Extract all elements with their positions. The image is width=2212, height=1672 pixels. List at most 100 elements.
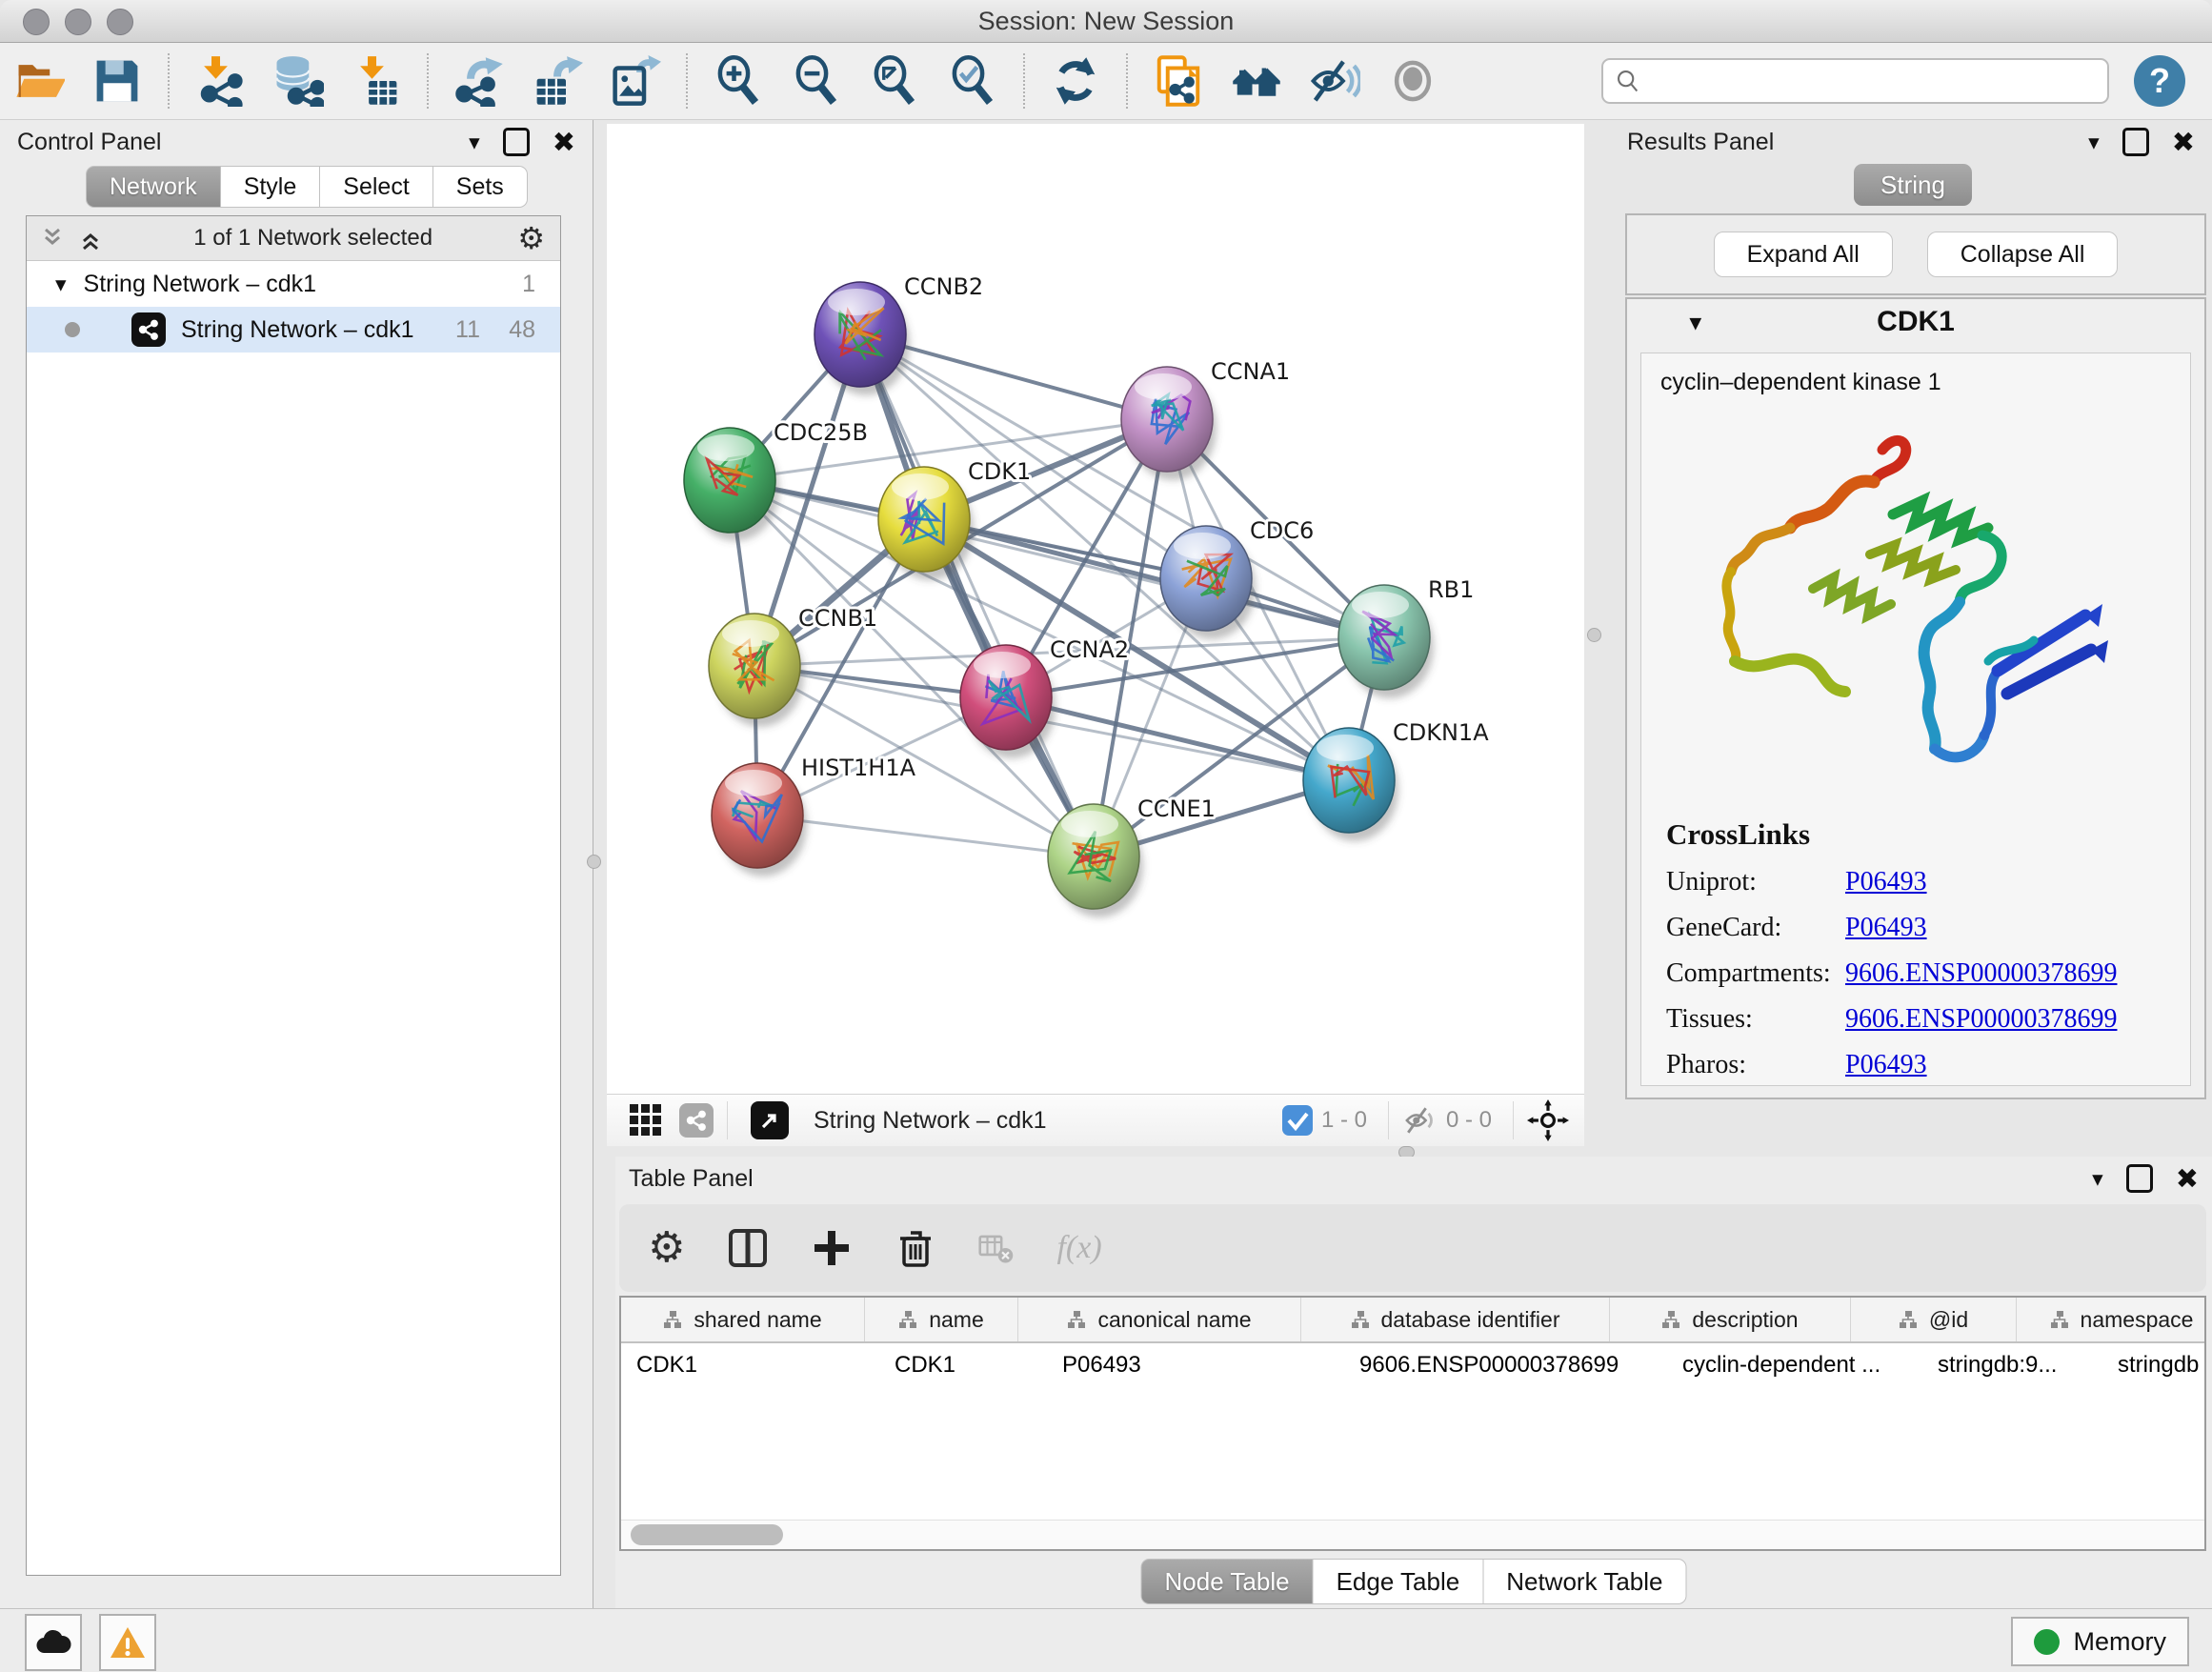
- network-canvas[interactable]: CCNB2 CCNA1 CDC25BCDK1 CDC6 RB1 CCNB1 CCNA2 CDK…: [607, 124, 1584, 1094]
- detach-view-icon[interactable]: [751, 1101, 789, 1139]
- node-table[interactable]: shared namenamecanonical namedatabase id…: [619, 1296, 2206, 1551]
- collapse-all-button[interactable]: Collapse All: [1927, 232, 2119, 277]
- tab-sets[interactable]: Sets: [433, 166, 528, 208]
- add-column-icon[interactable]: [811, 1227, 853, 1269]
- table-tab-edge-table[interactable]: Edge Table: [1314, 1559, 1484, 1604]
- save-session-button[interactable]: [78, 50, 156, 112]
- close-panel-icon[interactable]: ✖: [2176, 1162, 2199, 1195]
- node-label-CCNE1: CCNE1: [1137, 796, 1216, 822]
- import-network-button[interactable]: [181, 50, 259, 112]
- network-node-CDKN1A[interactable]: CDKN1A: [1303, 719, 1489, 841]
- column-header-name[interactable]: name: [865, 1298, 1018, 1341]
- close-panel-icon[interactable]: ✖: [2172, 126, 2195, 158]
- network-collection-row[interactable]: ▾ String Network – cdk1 1: [27, 261, 560, 307]
- close-panel-icon[interactable]: ✖: [553, 126, 575, 158]
- column-header-@id[interactable]: @id: [1851, 1298, 2017, 1341]
- collapse-panel-icon[interactable]: ▾: [2092, 1166, 2103, 1192]
- import-table-icon: [351, 55, 402, 107]
- show-view-button[interactable]: [1374, 50, 1452, 112]
- network-selection-info: 1 of 1 Network selected: [109, 225, 517, 252]
- zoom-out-button[interactable]: [777, 50, 855, 112]
- network-node-HIST1H1A[interactable]: HIST1H1A: [712, 755, 916, 876]
- collection-collapse-icon[interactable]: ▾: [55, 272, 67, 297]
- network-node-CCNE1[interactable]: CCNE1: [1048, 796, 1216, 917]
- close-window-button[interactable]: [23, 9, 50, 35]
- toolbar-separator: [168, 53, 170, 109]
- network-options-gear-icon[interactable]: ⚙: [517, 223, 545, 253]
- column-header-database-identifier[interactable]: database identifier: [1301, 1298, 1610, 1341]
- crosslink-label: Compartments:: [1666, 958, 1845, 989]
- tab-style[interactable]: Style: [221, 166, 321, 208]
- crosslink-link[interactable]: 9606.ENSP00000378699: [1845, 958, 2117, 989]
- minimize-window-button[interactable]: [65, 9, 91, 35]
- open-session-button[interactable]: [0, 50, 78, 112]
- column-header-namespace[interactable]: namespace: [2017, 1298, 2206, 1341]
- network-node-CDC6[interactable]: CDC6: [1160, 517, 1314, 639]
- gene-collapse-icon[interactable]: ▾: [1690, 310, 1701, 335]
- column-header-canonical-name[interactable]: canonical name: [1018, 1298, 1301, 1341]
- zoom-fit-button[interactable]: [855, 50, 934, 112]
- zoom-in-button[interactable]: [699, 50, 777, 112]
- show-columns-icon[interactable]: [727, 1227, 769, 1269]
- apply-layout-button[interactable]: [1036, 50, 1115, 112]
- left-splitter-handle[interactable]: [587, 855, 601, 869]
- network-node-CCNA2[interactable]: CCNA2: [960, 636, 1129, 758]
- network-row[interactable]: String Network – cdk1 11 48: [27, 307, 560, 353]
- collapse-panel-icon[interactable]: ▾: [469, 130, 480, 155]
- float-panel-icon[interactable]: [2122, 128, 2149, 156]
- crosslink-label: GeneCard:: [1666, 913, 1845, 943]
- collapse-all-chevron-icon[interactable]: [80, 226, 109, 251]
- crosslink-link[interactable]: P06493: [1845, 1050, 1927, 1080]
- export-network-button[interactable]: [440, 50, 518, 112]
- export-table-button[interactable]: [518, 50, 596, 112]
- cloud-button[interactable]: [25, 1614, 82, 1671]
- network-edge-count: 48: [480, 316, 535, 344]
- network-node-CDC25B[interactable]: CDC25B: [684, 419, 868, 541]
- tab-network[interactable]: Network: [86, 166, 221, 208]
- import-table-button[interactable]: [337, 50, 415, 112]
- collapse-panel-icon[interactable]: ▾: [2088, 130, 2100, 155]
- show-all-nodes-button[interactable]: [1217, 50, 1296, 112]
- tab-select[interactable]: Select: [320, 166, 432, 208]
- network-node-CDK1[interactable]: CDK1: [878, 458, 1031, 580]
- network-view-type-icon[interactable]: [679, 1103, 714, 1138]
- zoom-window-button[interactable]: [107, 9, 133, 35]
- birds-eye-view-icon[interactable]: [1527, 1099, 1569, 1141]
- table-tab-network-table[interactable]: Network Table: [1483, 1559, 1686, 1604]
- import-network-from-database-button[interactable]: [259, 50, 337, 112]
- string-results-tab[interactable]: String: [1854, 164, 1972, 206]
- network-node-RB1[interactable]: RB1: [1338, 576, 1474, 698]
- scrollbar-thumb[interactable]: [631, 1524, 783, 1545]
- selected-checkbox-icon[interactable]: [1281, 1104, 1314, 1137]
- float-panel-icon[interactable]: [2126, 1164, 2153, 1193]
- table-options-gear-icon[interactable]: ⚙: [648, 1227, 685, 1269]
- crosslink-link[interactable]: P06493: [1845, 913, 1927, 943]
- column-header-shared-name[interactable]: shared name: [621, 1298, 865, 1341]
- node-label-RB1: RB1: [1428, 576, 1474, 603]
- expand-all-chevron-icon[interactable]: [42, 226, 70, 251]
- column-header-description[interactable]: description: [1610, 1298, 1851, 1341]
- crosslink-link[interactable]: 9606.ENSP00000378699: [1845, 1004, 2117, 1035]
- float-panel-icon[interactable]: [503, 128, 530, 156]
- memory-button[interactable]: Memory: [2011, 1617, 2189, 1666]
- hide-selected-button[interactable]: [1296, 50, 1374, 112]
- network-name: String Network – cdk1: [181, 316, 425, 344]
- export-image-button[interactable]: [596, 50, 674, 112]
- table-row[interactable]: CDK1CDK1P064939606.ENSP00000378699cyclin…: [621, 1343, 2204, 1387]
- delete-column-icon[interactable]: [895, 1227, 936, 1269]
- string-copy-network-button[interactable]: [1139, 50, 1217, 112]
- zoom-selected-button[interactable]: [934, 50, 1012, 112]
- right-splitter-handle[interactable]: [1587, 628, 1601, 642]
- network-node-CCNA1[interactable]: CCNA1: [1121, 358, 1290, 480]
- crosslink-link[interactable]: P06493: [1845, 867, 1927, 897]
- expand-all-button[interactable]: Expand All: [1714, 232, 1893, 277]
- help-button[interactable]: ?: [2134, 55, 2185, 107]
- search-input[interactable]: [1651, 67, 2096, 95]
- warnings-button[interactable]: [99, 1614, 156, 1671]
- network-graph[interactable]: CCNB2 CCNA1 CDC25BCDK1 CDC6 RB1 CCNB1 CCNA2 CDK…: [607, 124, 1584, 1094]
- grid-view-icon[interactable]: [628, 1102, 664, 1138]
- window-controls[interactable]: [23, 9, 133, 35]
- network-node-CCNB1[interactable]: CCNB1: [709, 605, 877, 727]
- table-tab-node-table[interactable]: Node Table: [1141, 1559, 1314, 1604]
- network-node-CCNB2[interactable]: CCNB2: [814, 273, 983, 395]
